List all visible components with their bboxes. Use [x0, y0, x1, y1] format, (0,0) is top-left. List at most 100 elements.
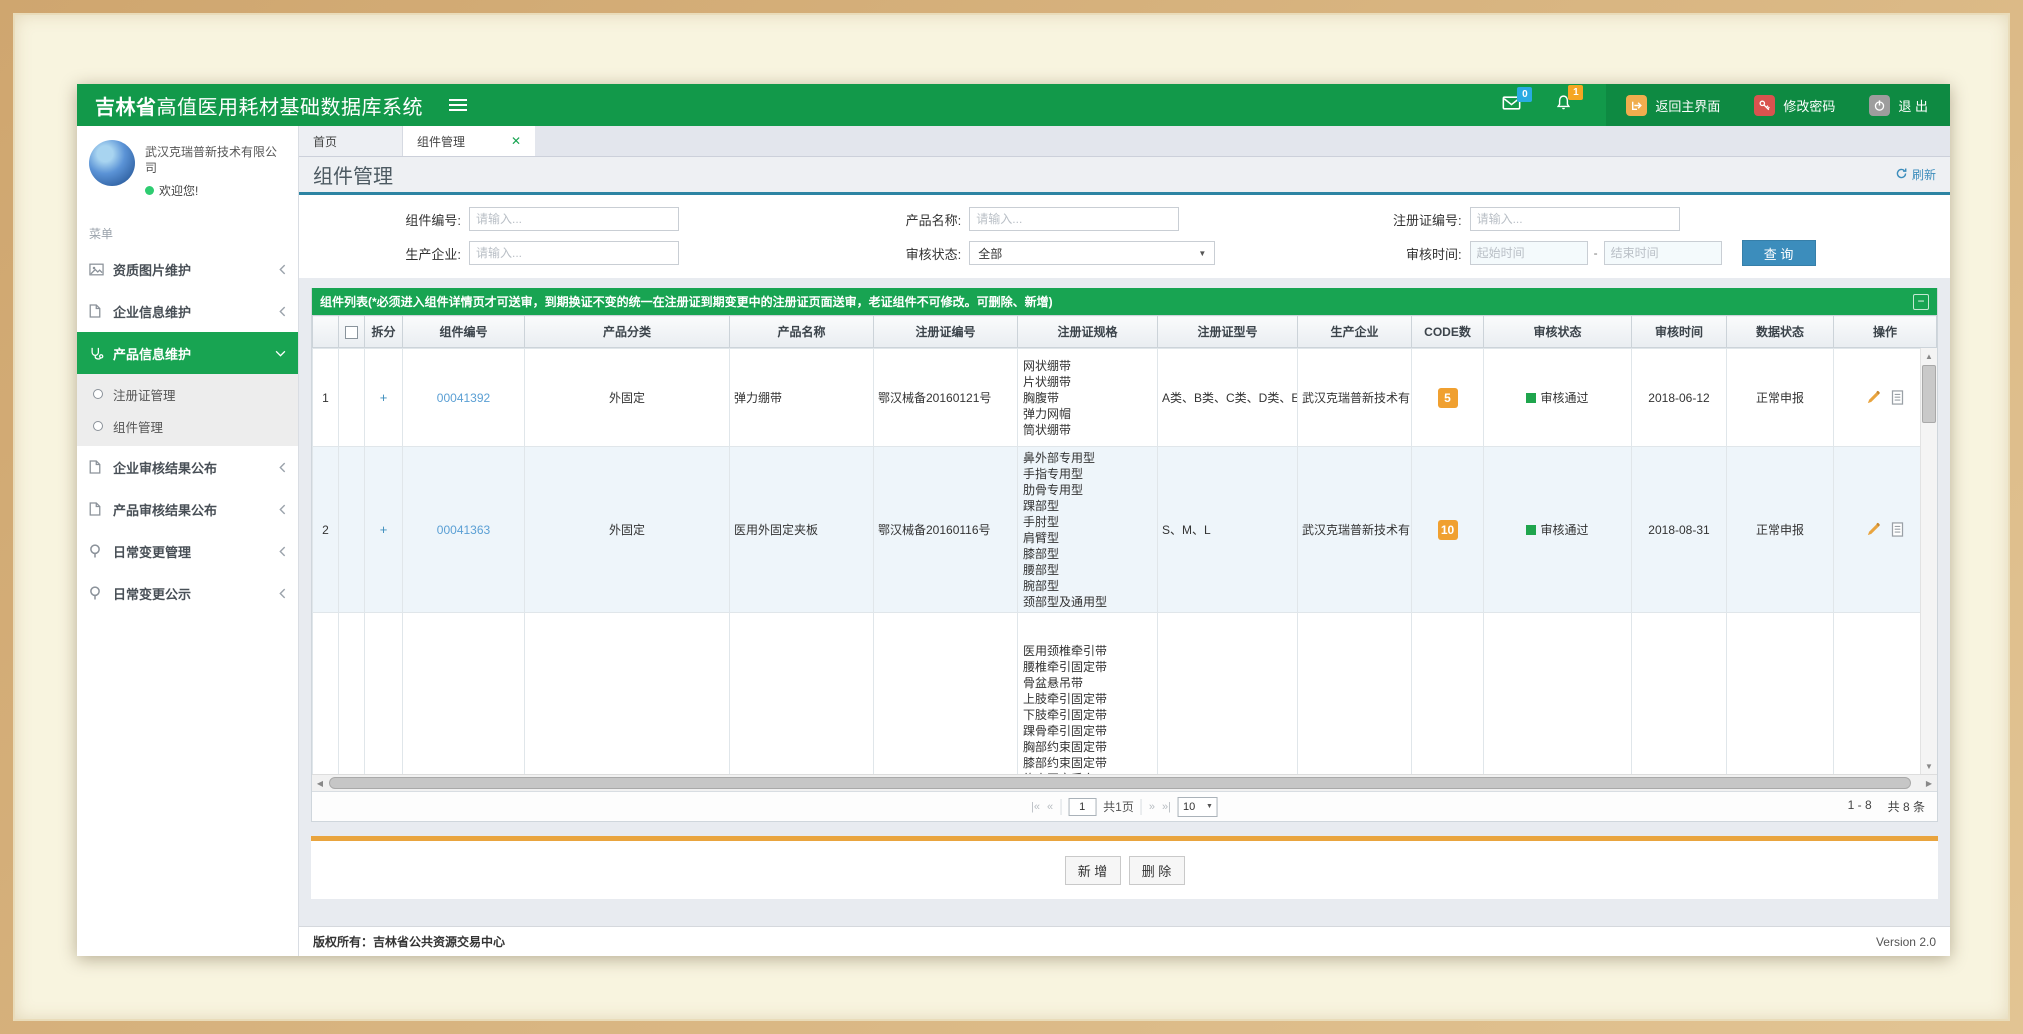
product-name-input[interactable]: [969, 207, 1179, 231]
key-icon: [1754, 95, 1775, 116]
pager-bar: |« « 共1页 » »| 10 ▼ 1 - 8: [312, 791, 1937, 821]
logout-label: 退 出: [1898, 96, 1928, 115]
cell-manufacturer: 武汉克瑞普新技术有限公司: [1298, 447, 1412, 613]
sidebar-item-qualification-images[interactable]: 资质图片维护: [77, 248, 298, 290]
grid-header-row: 拆分 组件编号 产品分类 产品名称 注册证编号 注册证规格 注册证型号 生产企业…: [313, 316, 1937, 348]
sidebar-item-company-info[interactable]: 企业信息维护: [77, 290, 298, 332]
cert-no-label: 注册证编号:: [1300, 210, 1470, 229]
cell-audit-time: [1632, 613, 1727, 775]
manufacturer-input[interactable]: [469, 241, 679, 265]
cell-rownum: [313, 613, 339, 775]
delete-button[interactable]: 删 除: [1129, 856, 1185, 885]
sidebar-item-product-info[interactable]: 产品信息维护: [77, 332, 298, 374]
audit-time-label: 审核时间:: [1300, 244, 1470, 263]
sidebar-item-product-audit-results[interactable]: 产品审核结果公布: [77, 488, 298, 530]
page-title: 组件管理: [313, 160, 393, 189]
pin-icon: [89, 544, 113, 559]
component-no-input[interactable]: [469, 207, 679, 231]
component-no-link[interactable]: 00041363: [437, 523, 490, 537]
audit-time-end-input[interactable]: [1604, 241, 1722, 265]
expand-row-button[interactable]: +: [380, 522, 388, 537]
sidebar-item-company-audit-results[interactable]: 企业审核结果公布: [77, 446, 298, 488]
sidebar-subitem-label: 注册证管理: [113, 385, 176, 404]
horizontal-scrollbar[interactable]: ◀ ▶: [312, 774, 1937, 791]
col-code-count: CODE数: [1412, 316, 1484, 348]
pager-prev-button[interactable]: «: [1047, 801, 1053, 813]
page-size-select[interactable]: 10 ▼: [1178, 797, 1218, 817]
chevron-left-icon: [279, 264, 286, 275]
cell-cert-model: S、M、L: [1158, 447, 1298, 613]
sidebar-item-label: 资质图片维护: [113, 260, 191, 279]
page-number-input[interactable]: [1068, 798, 1096, 816]
table-row: 2 + 00041363 外固定 医用外固定夹板 鄂汉械备20160116号 鼻…: [313, 447, 1937, 613]
scroll-right-arrow-icon[interactable]: ▶: [1921, 775, 1937, 791]
cert-no-input[interactable]: [1470, 207, 1680, 231]
tab-home[interactable]: 首页: [299, 126, 403, 156]
cell-cert-spec: 网状绷带 片状绷带 胸腹带 弹力网帽 筒状绷带: [1018, 349, 1158, 447]
product-info-submenu: 注册证管理 组件管理: [77, 374, 298, 446]
audit-status-text: 审核通过: [1540, 523, 1588, 537]
table-row: 医用颈椎牵引带 腰椎牵引固定带 骨盆悬吊带 上肢牵引固定带 下肢牵引固定带 踝骨…: [313, 613, 1937, 775]
cell-cert-no: [874, 613, 1018, 775]
edit-pencil-icon[interactable]: [1866, 390, 1881, 405]
refresh-icon: [1895, 167, 1908, 183]
view-document-icon[interactable]: [1891, 390, 1904, 405]
search-button[interactable]: 查 询: [1742, 240, 1816, 266]
sidebar-subitem-cert-management[interactable]: 注册证管理: [77, 378, 298, 410]
mail-count-badge: 0: [1517, 87, 1532, 102]
search-panel: 组件编号: 产品名称: 注册证编号: 生产企业:: [299, 195, 1950, 278]
col-manufacturer: 生产企业: [1298, 316, 1412, 348]
audit-status-select[interactable]: 全部 ▼: [969, 241, 1215, 265]
messages-button[interactable]: 0: [1502, 96, 1521, 115]
code-count-badge: 10: [1438, 520, 1458, 540]
cell-product-name: 弹力绷带: [730, 349, 874, 447]
sidebar-item-daily-change-publicity[interactable]: 日常变更公示: [77, 572, 298, 614]
date-range-separator: -: [1594, 246, 1598, 260]
sidebar-subitem-component-management[interactable]: 组件管理: [77, 410, 298, 442]
scroll-left-arrow-icon[interactable]: ◀: [312, 775, 328, 791]
return-main-button[interactable]: 返回主界面: [1626, 95, 1720, 116]
col-checkbox: [339, 316, 365, 348]
tab-component-management[interactable]: 组件管理 ✕: [403, 126, 535, 156]
scroll-up-arrow-icon[interactable]: ▲: [1921, 348, 1937, 364]
chevron-down-icon: [275, 350, 286, 357]
pager-first-button[interactable]: |«: [1031, 801, 1040, 813]
refresh-button[interactable]: 刷新: [1895, 166, 1936, 183]
sidebar-item-daily-change-management[interactable]: 日常变更管理: [77, 530, 298, 572]
audit-time-start-input[interactable]: [1470, 241, 1588, 265]
change-password-button[interactable]: 修改密码: [1754, 95, 1835, 116]
vertical-scrollbar-thumb[interactable]: [1922, 365, 1936, 423]
app-title: 吉林省高值医用耗材基础数据库系统: [77, 91, 423, 120]
menu-section-label: 菜单: [77, 209, 298, 248]
page-head: 组件管理 刷新: [299, 157, 1950, 195]
tab-close-icon[interactable]: ✕: [511, 134, 521, 148]
add-button[interactable]: 新 增: [1065, 856, 1121, 885]
view-document-icon[interactable]: [1891, 522, 1904, 537]
grid-collapse-button[interactable]: −: [1913, 294, 1929, 310]
grid-header-table: 拆分 组件编号 产品分类 产品名称 注册证编号 注册证规格 注册证型号 生产企业…: [312, 315, 1937, 348]
grid-caption-title: 组件列表: [320, 293, 368, 310]
grid-body-viewport: 1 + 00041392 外固定 弹力绷带 鄂汉械备20160121号 网状绷带…: [312, 348, 1937, 774]
expand-row-button[interactable]: +: [380, 390, 388, 405]
col-cert-model: 注册证型号: [1158, 316, 1298, 348]
cell-cert-model: [1158, 613, 1298, 775]
audit-status-text: 审核通过: [1540, 391, 1588, 405]
menu-toggle-icon[interactable]: [449, 96, 467, 114]
record-total-text: 共 8 条: [1888, 798, 1925, 815]
vertical-scrollbar[interactable]: ▲ ▼: [1920, 348, 1937, 774]
col-component-no: 组件编号: [403, 316, 525, 348]
horizontal-scrollbar-thumb[interactable]: [329, 777, 1911, 789]
notification-count-badge: 1: [1568, 85, 1583, 100]
logout-button[interactable]: 退 出: [1869, 95, 1928, 116]
pager-next-button[interactable]: »: [1149, 801, 1155, 813]
pager-last-button[interactable]: »|: [1162, 801, 1171, 813]
select-all-checkbox[interactable]: [345, 326, 358, 339]
pin-icon: [89, 586, 113, 601]
table-row: 1 + 00041392 外固定 弹力绷带 鄂汉械备20160121号 网状绷带…: [313, 349, 1937, 447]
col-audit-status: 审核状态: [1484, 316, 1632, 348]
edit-pencil-icon[interactable]: [1866, 522, 1881, 537]
notifications-button[interactable]: 1: [1555, 94, 1572, 116]
chevron-left-icon: [279, 546, 286, 557]
scroll-down-arrow-icon[interactable]: ▼: [1921, 758, 1937, 774]
component-no-link[interactable]: 00041392: [437, 391, 490, 405]
